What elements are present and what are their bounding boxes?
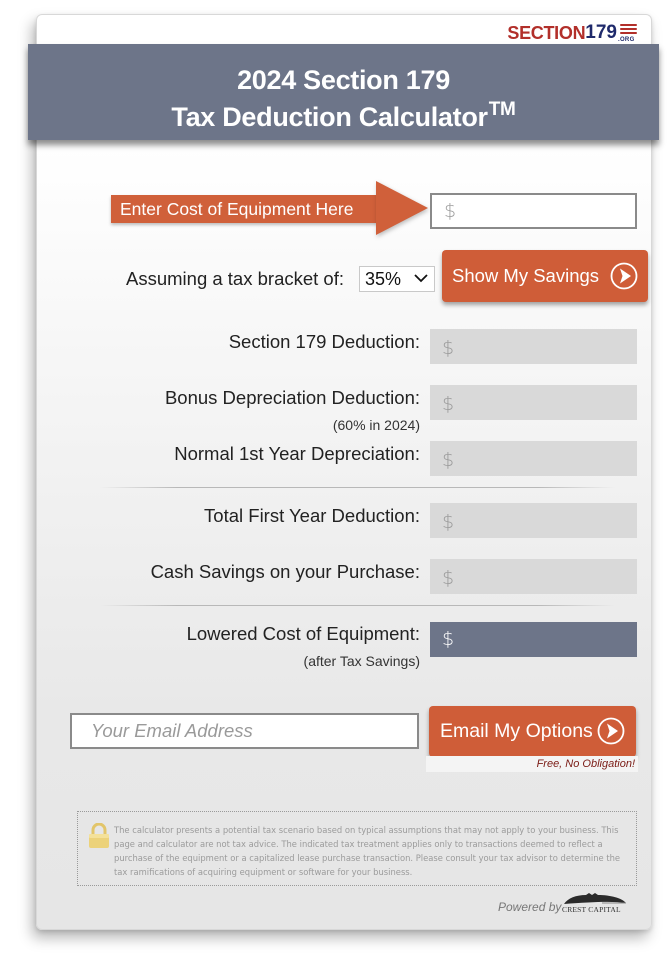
- page-title-text: Tax Deduction Calculator: [171, 102, 488, 132]
- page-title-line2: Tax Deduction CalculatorTM: [28, 95, 659, 132]
- crest-capital-name: CREST CAPITAL: [562, 905, 621, 914]
- arrow-circle-right-icon: [597, 717, 625, 745]
- show-savings-button[interactable]: Show My Savings: [442, 250, 648, 302]
- lowered-cost-sublabel: (after Tax Savings): [303, 653, 420, 669]
- feather-icon: [564, 893, 626, 904]
- bonus-depreciation-sublabel: (60% in 2024): [332, 417, 420, 433]
- trademark-mark: TM: [488, 99, 516, 120]
- cost-callout-arrow: Enter Cost of Equipment Here: [111, 181, 428, 235]
- tax-bracket-value: 35%: [365, 269, 402, 289]
- section179-logo[interactable]: SECTION 179 .ORG: [507, 21, 638, 43]
- cost-callout-label: Enter Cost of Equipment Here: [111, 195, 378, 223]
- email-input[interactable]: Your Email Address: [70, 713, 419, 749]
- lock-icon: [89, 823, 109, 848]
- logo-suffix: .ORG: [618, 37, 635, 43]
- cash-savings-value: $: [430, 559, 637, 594]
- disclaimer-text: The calculator presents a potential tax …: [114, 825, 621, 877]
- section179-deduction-label: Section 179 Deduction:: [228, 331, 420, 352]
- total-deduction-label: Total First Year Deduction:: [204, 505, 420, 526]
- page-title-line1: 2024 Section 179: [237, 65, 450, 95]
- tax-bracket-select[interactable]: 35%: [359, 266, 435, 292]
- logo-word: SECTION: [507, 23, 586, 43]
- bonus-depreciation-label: Bonus Depreciation Deduction:: [164, 387, 420, 408]
- lowered-cost-label: Lowered Cost of Equipment:: [186, 623, 420, 644]
- equipment-cost-input[interactable]: $: [430, 193, 637, 229]
- page-header: 2024 Section 179 Tax Deduction Calculato…: [28, 44, 659, 140]
- flag-icon: .ORG: [618, 23, 638, 43]
- cash-savings-label: Cash Savings on your Purchase:: [150, 561, 420, 582]
- disclaimer-box: The calculator presents a potential tax …: [77, 811, 637, 886]
- show-savings-label: Show My Savings: [452, 265, 600, 286]
- section-divider: [100, 487, 615, 488]
- arrow-right-icon: [376, 181, 428, 235]
- lowered-cost-value: $: [430, 622, 637, 657]
- free-no-obligation-note: Free, No Obligation!: [426, 756, 638, 772]
- crest-capital-logo[interactable]: CREST CAPITAL: [562, 892, 628, 916]
- email-options-label: Email My Options: [440, 720, 593, 742]
- chevron-down-icon: [414, 274, 428, 283]
- section-divider: [100, 605, 615, 606]
- section179-deduction-value: $: [430, 329, 637, 364]
- arrow-circle-right-icon: [610, 262, 638, 290]
- powered-by-label: Powered by: [498, 900, 562, 914]
- total-deduction-value: $: [430, 503, 637, 538]
- bonus-depreciation-value: $: [430, 385, 637, 420]
- tax-bracket-label: Assuming a tax bracket of:: [126, 268, 344, 289]
- normal-depreciation-value: $: [430, 441, 637, 476]
- logo-number: 179: [585, 22, 617, 43]
- normal-depreciation-label: Normal 1st Year Depreciation:: [174, 443, 420, 464]
- email-options-button[interactable]: Email My Options: [429, 706, 636, 757]
